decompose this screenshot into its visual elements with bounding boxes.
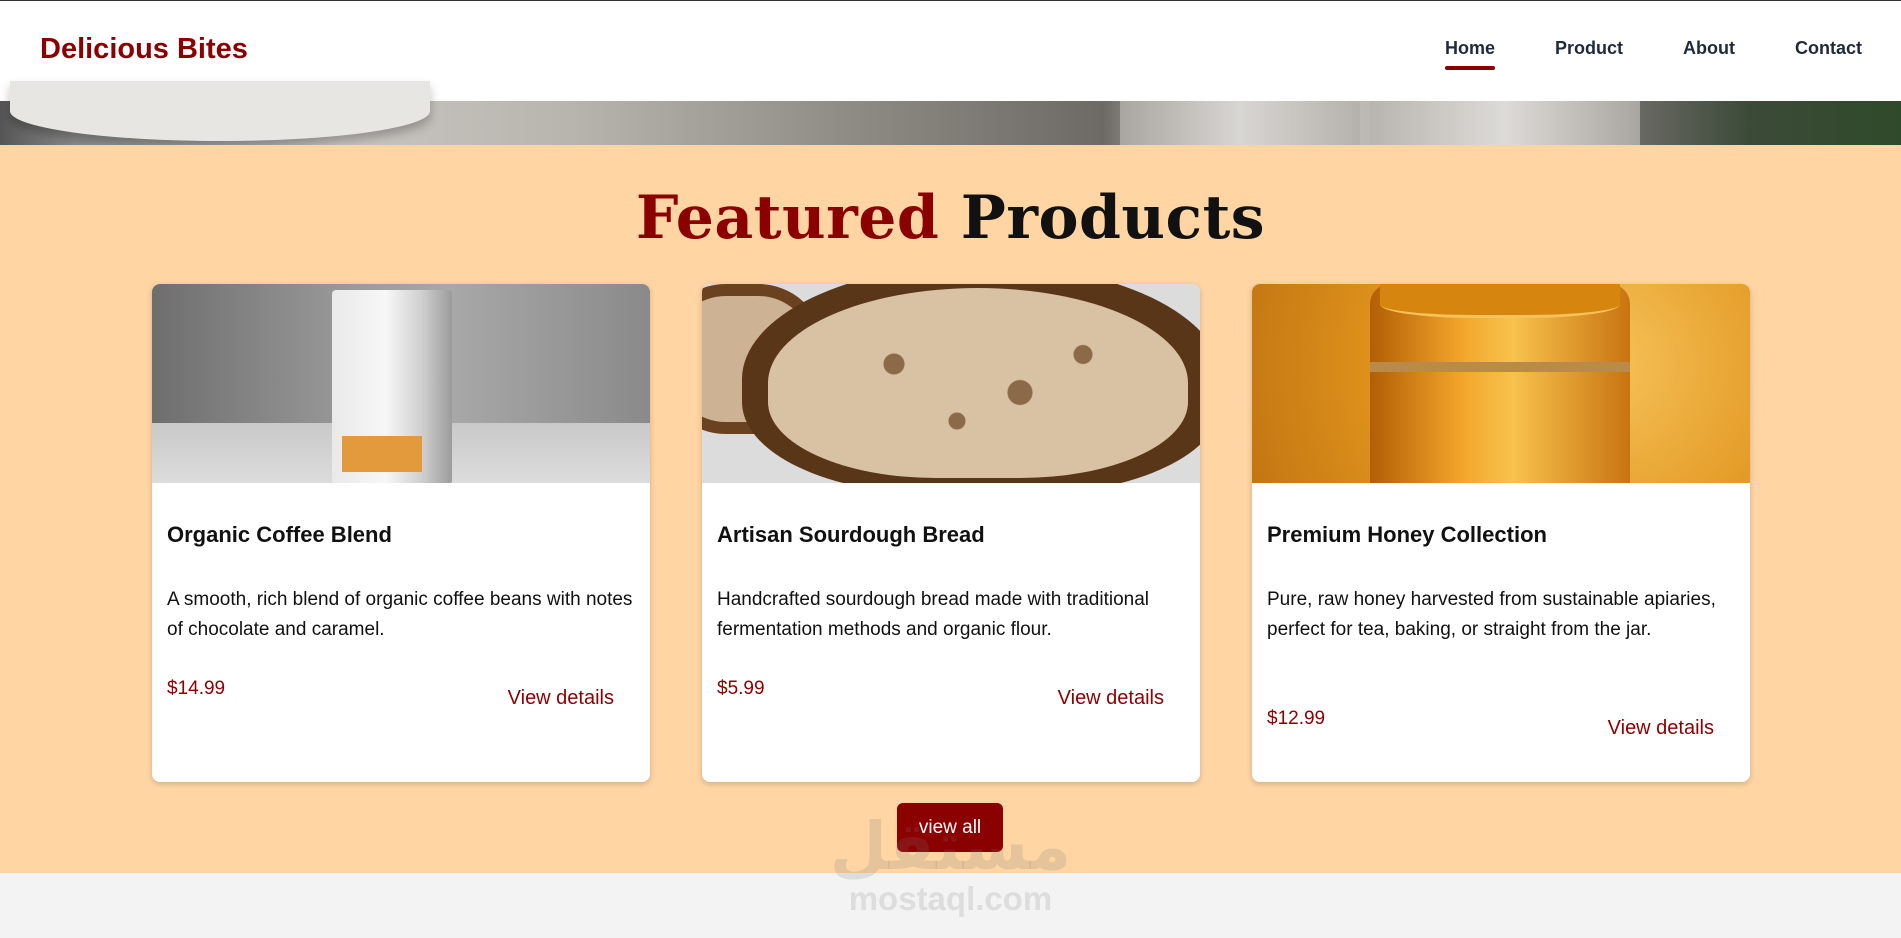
nav-contact[interactable]: Contact — [1795, 38, 1862, 59]
section-title-accent: Featured — [635, 183, 940, 253]
hero-image-strip — [0, 81, 1901, 145]
hero-cup-shape — [1120, 101, 1360, 145]
view-details-link[interactable]: View details — [1058, 687, 1164, 710]
view-details-link[interactable]: View details — [1608, 717, 1714, 740]
product-name: Organic Coffee Blend — [167, 522, 392, 547]
product-description: Handcrafted sourdough bread made with tr… — [717, 589, 1149, 640]
product-card-bread: Artisan Sourdough Bread Handcrafted sour… — [702, 284, 1200, 782]
product-cards: Organic Coffee Blend A smooth, rich blen… — [152, 284, 1750, 782]
main-nav: Home Product About Contact — [1444, 38, 1862, 70]
nav-about[interactable]: About — [1683, 38, 1735, 59]
nav-home[interactable]: Home — [1444, 38, 1496, 70]
product-card-coffee: Organic Coffee Blend A smooth, rich blen… — [152, 284, 650, 782]
section-title: Featured Products — [0, 183, 1901, 253]
site-logo[interactable]: Delicious Bites — [40, 33, 248, 66]
section-title-rest: Products — [960, 183, 1266, 253]
product-card-honey: Premium Honey Collection Pure, raw honey… — [1252, 284, 1750, 782]
product-price: $14.99 — [167, 678, 226, 699]
product-price: $12.99 — [1267, 708, 1326, 729]
view-details-link[interactable]: View details — [508, 687, 614, 710]
featured-products-section: Featured Products Organic Coffee Blend A… — [0, 145, 1901, 873]
honey-jar-image — [1252, 284, 1750, 483]
product-name: Premium Honey Collection — [1267, 522, 1547, 547]
nav-product[interactable]: Product — [1555, 38, 1623, 59]
product-description: A smooth, rich blend of organic coffee b… — [167, 589, 633, 640]
sourdough-bread-image — [702, 284, 1200, 483]
hero-bowl-shape — [10, 81, 430, 141]
watermark-latin: mostaql.com — [848, 880, 1053, 917]
view-all-button[interactable]: view all — [897, 803, 1003, 852]
product-price: $5.99 — [717, 678, 765, 699]
product-name: Artisan Sourdough Bread — [717, 522, 985, 547]
hero-cup-shape — [1370, 101, 1640, 145]
coffee-bag-image — [152, 284, 650, 483]
product-description: Pure, raw honey harvested from sustainab… — [1267, 589, 1716, 640]
